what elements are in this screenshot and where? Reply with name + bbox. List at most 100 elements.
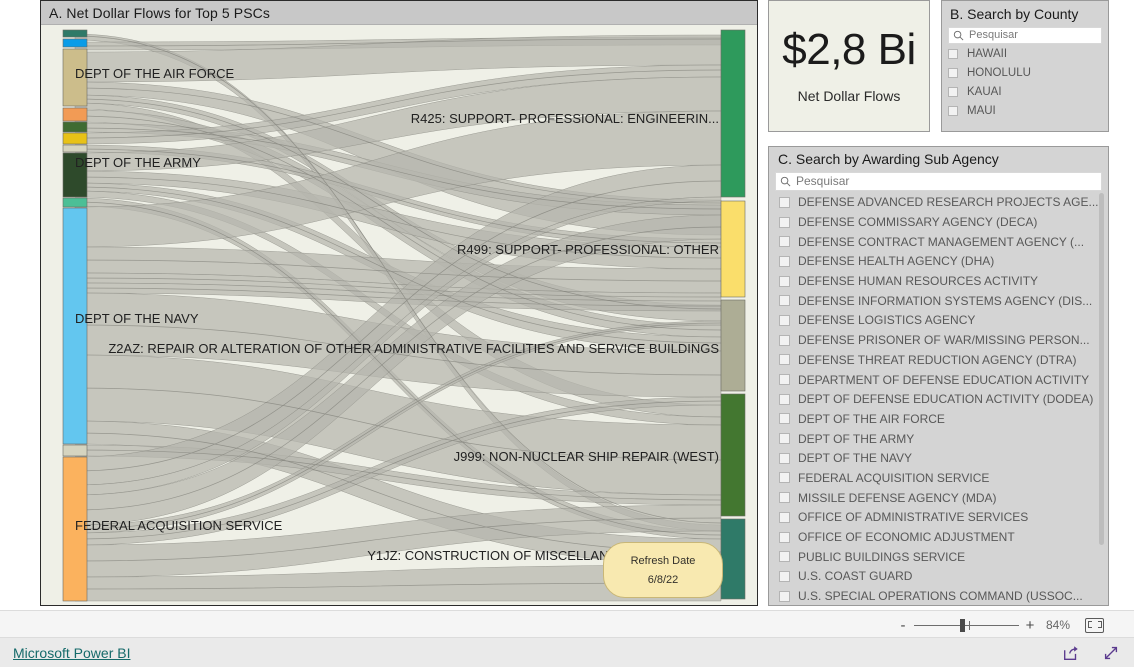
slicer-subagency-item[interactable]: OFFICE OF ECONOMIC ADJUSTMENT xyxy=(779,527,1102,547)
slicer-subagency-item[interactable]: DEFENSE HEALTH AGENCY (DHA) xyxy=(779,252,1102,272)
slicer-county-item[interactable]: KAUAI xyxy=(948,83,1102,102)
checkbox-icon[interactable] xyxy=(779,570,790,582)
slicer-subagency-item-label: OFFICE OF ADMINISTRATIVE SERVICES xyxy=(798,510,1029,525)
slicer-subagency-item[interactable]: DEPT OF THE AIR FORCE xyxy=(779,409,1102,429)
share-icon[interactable] xyxy=(1062,644,1080,662)
slicer-subagency-item-label: DEPT OF THE AIR FORCE xyxy=(798,411,945,426)
slicer-subagency-item-label: U.S. SPECIAL OPERATIONS COMMAND (USSOC..… xyxy=(798,589,1083,604)
checkbox-icon[interactable] xyxy=(779,314,790,326)
checkbox-icon[interactable] xyxy=(779,472,790,484)
checkbox-icon[interactable] xyxy=(779,196,790,208)
slicer-search-by-county[interactable]: B. Search by County Pesquisar HAWAII HON… xyxy=(941,0,1109,132)
search-icon xyxy=(780,176,791,186)
slicer-county-item-label: KAUAI xyxy=(967,86,1002,98)
slicer-subagency-item-label: DEFENSE ADVANCED RESEARCH PROJECTS AGE..… xyxy=(798,195,1099,210)
checkbox-icon[interactable] xyxy=(779,531,790,543)
checkbox-icon[interactable] xyxy=(779,236,790,248)
zoom-slider-thumb[interactable] xyxy=(960,618,965,632)
slicer-subagency-item[interactable]: DEFENSE HUMAN RESOURCES ACTIVITY xyxy=(779,271,1102,291)
slicer-subagency-item[interactable]: DEPARTMENT OF DEFENSE EDUCATION ACTIVITY xyxy=(779,370,1102,390)
checkbox-icon[interactable] xyxy=(948,68,958,78)
slicer-search-by-awarding-sub-agency[interactable]: C. Search by Awarding Sub Agency Pesquis… xyxy=(768,146,1109,606)
checkbox-icon[interactable] xyxy=(779,334,790,346)
checkbox-icon[interactable] xyxy=(948,106,958,116)
sankey-left-nodes xyxy=(62,29,88,602)
slicer-subagency-item-label: PUBLIC BUILDINGS SERVICE xyxy=(798,549,966,564)
checkbox-icon[interactable] xyxy=(779,354,790,366)
power-bi-brand-link[interactable]: Microsoft Power BI xyxy=(13,645,130,661)
sankey-visual-header: A. Net Dollar Flows for Top 5 PSCs xyxy=(41,1,757,25)
checkbox-icon[interactable] xyxy=(948,49,958,59)
slicer-subagency-item[interactable]: U.S. COAST GUARD xyxy=(779,567,1102,587)
slicer-county-item[interactable]: MAUI xyxy=(948,102,1102,121)
sankey-visual[interactable]: A. Net Dollar Flows for Top 5 PSCs DEPT … xyxy=(40,0,758,606)
slicer-subagency-item-label: DEFENSE LOGISTICS AGENCY xyxy=(798,313,976,328)
checkbox-icon[interactable] xyxy=(779,452,790,464)
slicer-subagency-item[interactable]: DEFENSE INFORMATION SYSTEMS AGENCY (DIS.… xyxy=(779,291,1102,311)
checkbox-icon[interactable] xyxy=(779,511,790,523)
slicer-subagency-item[interactable]: DEPT OF THE NAVY xyxy=(779,448,1102,468)
zoom-in-button[interactable]: + xyxy=(1023,617,1037,634)
report-page: A. Net Dollar Flows for Top 5 PSCs DEPT … xyxy=(0,0,1134,667)
checkbox-icon[interactable] xyxy=(779,492,790,504)
checkbox-icon[interactable] xyxy=(779,590,790,602)
checkbox-icon[interactable] xyxy=(779,255,790,267)
slicer-subagency-item[interactable]: FEDERAL ACQUISITION SERVICE xyxy=(779,468,1102,488)
slicer-subagency-item[interactable]: PUBLIC BUILDINGS SERVICE xyxy=(779,547,1102,567)
zoom-slider[interactable] xyxy=(914,618,1019,632)
refresh-date-bubble: Refresh Date 6/8/22 xyxy=(603,542,723,598)
zoom-slider-tick xyxy=(969,620,970,630)
checkbox-icon[interactable] xyxy=(779,551,790,563)
fit-to-page-icon[interactable] xyxy=(1085,617,1104,633)
slicer-subagency-search-box[interactable]: Pesquisar xyxy=(775,171,1102,191)
slicer-subagency-list[interactable]: DEFENSE ADVANCED RESEARCH PROJECTS AGE..… xyxy=(779,192,1104,606)
slicer-county-search-box[interactable]: Pesquisar xyxy=(948,26,1102,44)
slicer-county-item-label: HAWAII xyxy=(967,48,1008,60)
slicer-subagency-scrollbar[interactable] xyxy=(1099,192,1104,545)
checkbox-icon[interactable] xyxy=(779,374,790,386)
zoom-out-button[interactable]: - xyxy=(896,617,910,634)
sankey-diagram xyxy=(41,25,757,605)
slicer-county-item[interactable]: HONOLULU xyxy=(948,64,1102,83)
slicer-subagency-item[interactable]: DEFENSE LOGISTICS AGENCY xyxy=(779,311,1102,331)
slicer-subagency-item-label: MISSILE DEFENSE AGENCY (MDA) xyxy=(798,490,997,505)
slicer-county-search-placeholder: Pesquisar xyxy=(969,29,1018,41)
slicer-county-item-label: HONOLULU xyxy=(967,67,1031,79)
slicer-subagency-item[interactable]: MISSILE DEFENSE AGENCY (MDA) xyxy=(779,488,1102,508)
slicer-subagency-item[interactable]: OFFICE OF ADMINISTRATIVE SERVICES xyxy=(779,508,1102,528)
checkbox-icon[interactable] xyxy=(779,413,790,425)
checkbox-icon[interactable] xyxy=(779,433,790,445)
slicer-subagency-search-placeholder: Pesquisar xyxy=(796,174,850,188)
report-canvas: A. Net Dollar Flows for Top 5 PSCs DEPT … xyxy=(0,0,1134,610)
fullscreen-icon[interactable] xyxy=(1102,644,1120,662)
slicer-subagency-item[interactable]: U.S. SPECIAL OPERATIONS COMMAND (USSOC..… xyxy=(779,586,1102,605)
slicer-subagency-item[interactable]: DEFENSE ADVANCED RESEARCH PROJECTS AGE..… xyxy=(779,193,1102,213)
slicer-subagency-item-label: DEFENSE COMMISSARY AGENCY (DECA) xyxy=(798,215,1038,230)
sankey-plot-area[interactable]: DEPT OF THE AIR FORCE DEPT OF THE ARMY D… xyxy=(41,25,757,605)
slicer-subagency-item-label: DEPT OF THE NAVY xyxy=(798,451,913,466)
refresh-date-value: 6/8/22 xyxy=(647,573,679,586)
checkbox-icon[interactable] xyxy=(948,87,958,97)
slicer-subagency-item-label: DEFENSE PRISONER OF WAR/MISSING PERSON..… xyxy=(798,333,1090,348)
sankey-title: A. Net Dollar Flows for Top 5 PSCs xyxy=(49,4,270,21)
slicer-subagency-item[interactable]: DEFENSE PRISONER OF WAR/MISSING PERSON..… xyxy=(779,330,1102,350)
zoom-control[interactable]: - + 84% xyxy=(896,611,1104,639)
checkbox-icon[interactable] xyxy=(779,295,790,307)
slicer-subagency-item-label: U.S. COAST GUARD xyxy=(798,569,913,584)
zoom-percent-label: 84% xyxy=(1045,618,1071,632)
slicer-subagency-item-label: DEPT OF DEFENSE EDUCATION ACTIVITY (DODE… xyxy=(798,392,1094,407)
slicer-county-item[interactable]: HAWAII xyxy=(948,45,1102,64)
checkbox-icon[interactable] xyxy=(779,393,790,405)
slicer-subagency-title: C. Search by Awarding Sub Agency xyxy=(778,151,999,167)
slicer-subagency-item[interactable]: DEFENSE COMMISSARY AGENCY (DECA) xyxy=(779,212,1102,232)
slicer-subagency-header: C. Search by Awarding Sub Agency xyxy=(769,147,1108,172)
kpi-card-net-dollar-flows[interactable]: $2,8 Bi Net Dollar Flows xyxy=(768,0,930,132)
kpi-label: Net Dollar Flows xyxy=(797,88,901,104)
slicer-subagency-item[interactable]: DEFENSE THREAT REDUCTION AGENCY (DTRA) xyxy=(779,350,1102,370)
slicer-county-list[interactable]: HAWAII HONOLULU KAUAI MAUI xyxy=(948,45,1102,121)
slicer-subagency-item[interactable]: DEPT OF DEFENSE EDUCATION ACTIVITY (DODE… xyxy=(779,389,1102,409)
slicer-subagency-item[interactable]: DEFENSE CONTRACT MANAGEMENT AGENCY (... xyxy=(779,232,1102,252)
checkbox-icon[interactable] xyxy=(779,275,790,287)
slicer-subagency-item[interactable]: DEPT OF THE ARMY xyxy=(779,429,1102,449)
checkbox-icon[interactable] xyxy=(779,216,790,228)
